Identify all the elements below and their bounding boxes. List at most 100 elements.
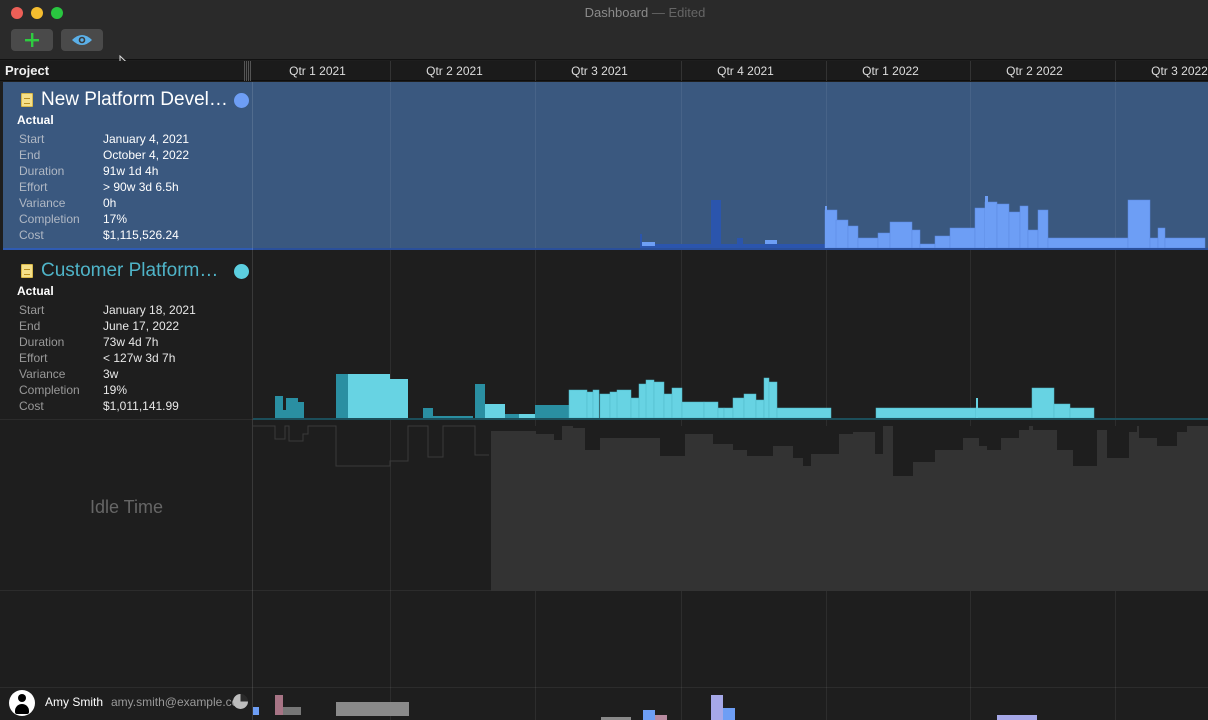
workload-spike <box>825 206 827 248</box>
resource-email: amy.smith@example.com <box>111 695 235 709</box>
quarter-header: Qtr 1 2022 <box>862 64 919 78</box>
workload-bar <box>737 238 743 248</box>
field-label: Completion <box>19 383 80 397</box>
quarter-divider <box>535 61 536 81</box>
idle-gap <box>491 426 536 431</box>
resource-workload-chart <box>253 695 1037 720</box>
field-label: Start <box>19 303 45 317</box>
idle-time-label: Idle Time <box>89 497 164 517</box>
workload-bar <box>1069 407 1095 419</box>
workload-bar <box>671 387 683 419</box>
idle-outline <box>253 425 489 467</box>
resource-bar <box>336 702 409 716</box>
workload-bar <box>1019 205 1029 249</box>
quarter-divider <box>1115 61 1116 81</box>
idle-gap <box>600 426 660 438</box>
project-document-icon <box>21 264 33 278</box>
workload-bar <box>586 391 594 419</box>
idle-gap <box>893 426 913 476</box>
workload-bar <box>275 396 283 418</box>
field-value: > 90w 3d 6.5h <box>103 180 179 194</box>
field-value: January 4, 2021 <box>103 132 190 146</box>
workload-bar <box>974 207 986 249</box>
workload-bar <box>732 397 745 419</box>
idle-gap <box>685 426 713 434</box>
workload-bar <box>877 232 891 249</box>
workload-bar <box>663 393 673 419</box>
workload-bar <box>755 399 765 419</box>
project-color-dot[interactable] <box>234 93 249 108</box>
field-value: January 18, 2021 <box>103 303 196 317</box>
eye-icon <box>72 35 92 45</box>
window-title: Dashboard — Edited <box>0 5 1208 20</box>
quarter-header: Qtr 2 2021 <box>426 64 483 78</box>
avatar-icon <box>9 690 35 716</box>
chart-baseline <box>253 248 1208 250</box>
chart-baseline <box>253 418 1208 420</box>
workload-bar <box>875 407 977 419</box>
workload-bar <box>1037 209 1049 249</box>
workload-bar <box>645 379 655 419</box>
workload-bar <box>348 374 390 418</box>
workload-bar <box>996 203 1010 249</box>
workload-bar <box>975 407 1033 419</box>
project-name[interactable]: Customer Platform… <box>41 260 218 282</box>
field-value: October 4, 2022 <box>103 148 190 162</box>
workload-bar <box>723 407 734 419</box>
field-value: 73w 4d 7h <box>103 335 159 349</box>
project-color-dot[interactable] <box>234 264 249 279</box>
workload-bar <box>703 401 719 419</box>
field-label: Effort <box>19 180 48 194</box>
add-button[interactable] <box>11 29 53 51</box>
workload-bar <box>768 381 778 419</box>
workload-bar <box>485 404 505 418</box>
workload-bar <box>1008 211 1021 249</box>
workload-bar <box>681 401 705 419</box>
workload-bar <box>847 225 859 249</box>
quarter-divider <box>681 61 682 81</box>
project-column-header[interactable]: Project <box>5 63 49 78</box>
idle-gap <box>554 426 562 440</box>
quarter-header: Qtr 2 2022 <box>1006 64 1063 78</box>
idle-gap <box>1073 426 1097 466</box>
workload-bar <box>1031 387 1055 419</box>
workload-bar <box>286 398 298 418</box>
section-label-actual: Actual <box>17 284 54 298</box>
workload-bar <box>298 402 304 418</box>
idle-gap <box>1097 426 1107 430</box>
workload-bar <box>835 219 849 249</box>
quarter-header: Qtr 4 2021 <box>717 64 774 78</box>
resource-bar <box>643 710 655 720</box>
view-options-button[interactable] <box>61 29 103 51</box>
idle-gap <box>1019 426 1029 430</box>
resource-bar <box>253 707 259 715</box>
field-label: End <box>19 148 41 162</box>
resource-name: Amy Smith <box>45 695 104 709</box>
title-bar: Dashboard — Edited <box>0 0 1208 60</box>
workload-bar <box>653 381 665 419</box>
project-workload-chart <box>253 196 1208 250</box>
resource-bar <box>723 708 735 720</box>
workload-bar <box>765 240 777 244</box>
workload-bar <box>1027 229 1039 249</box>
window-title-edited: — Edited <box>651 5 706 20</box>
workload-bar <box>1157 227 1166 249</box>
project-name[interactable]: New Platform Devel… <box>41 89 228 111</box>
idle-time-chart <box>253 425 1208 591</box>
workload-bar <box>433 416 473 418</box>
resource-bar <box>711 695 723 720</box>
workload-bar <box>1127 199 1151 249</box>
field-label: Start <box>19 132 45 146</box>
field-value: 3w <box>103 367 119 381</box>
idle-gap <box>963 426 979 438</box>
quarter-divider <box>826 61 827 81</box>
resource-bar <box>997 715 1037 720</box>
idle-gap <box>773 426 793 446</box>
workload-bar <box>505 414 519 418</box>
idle-gap <box>1033 426 1057 430</box>
field-value: < 127w 3d 7h <box>103 351 176 365</box>
workload-bar <box>911 229 921 249</box>
field-value: $1,115,526.24 <box>103 228 179 242</box>
quarter-header: Qtr 1 2021 <box>289 64 346 78</box>
field-value: 0h <box>103 196 117 210</box>
